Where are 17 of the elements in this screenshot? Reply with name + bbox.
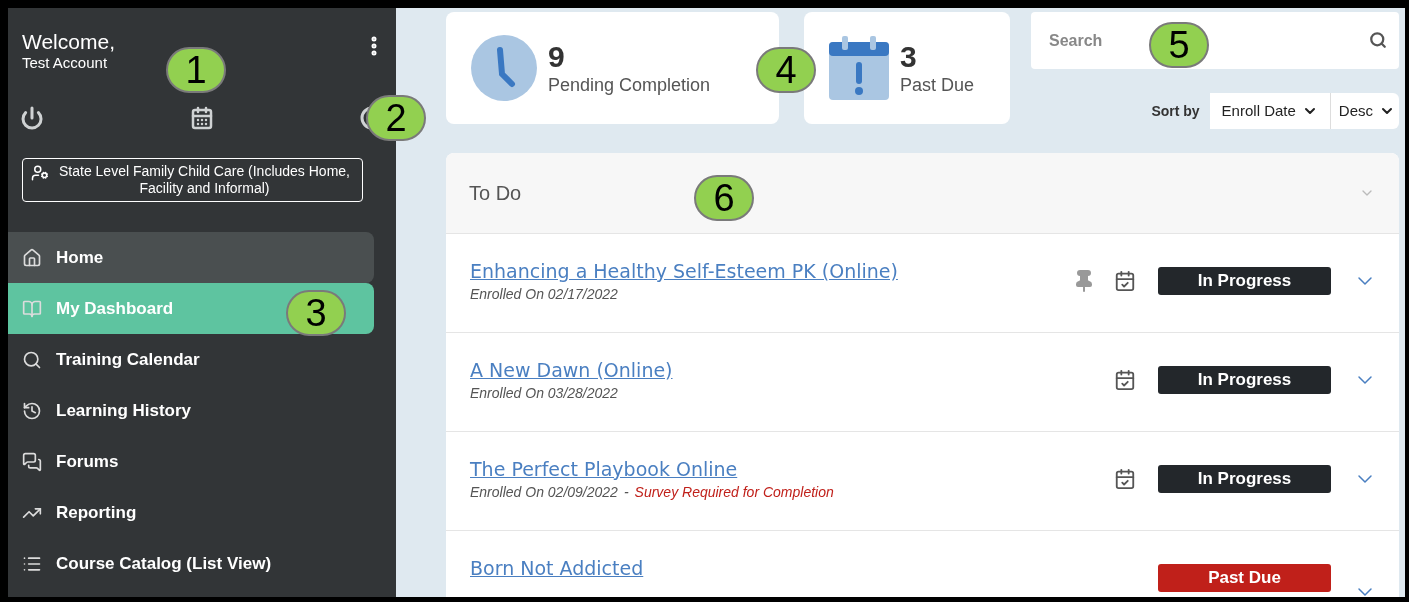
stat-label: Past Due [900,74,975,96]
user-name: Test Account [22,54,109,72]
status-badge: Past Due [1158,564,1331,592]
stat-label: Pending Completion [548,74,711,96]
role-label: State Level Family Child Care (Includes Home, Facility and Informal) [58,163,351,197]
enrolled-date: Enrolled On 02/09/2022 [470,483,618,502]
enrolled-date: Enrolled On 02/17/2022 [470,285,618,304]
status-badge: In Progress [1158,267,1331,295]
status-badge: In Progress [1158,465,1331,493]
status-badge: In Progress [1158,366,1331,394]
welcome-text: Welcome, [22,30,115,54]
survey-note: Survey Required for Completion [634,483,834,502]
stat-count: 3 [900,40,918,74]
enrolled-date: Enrolled On 03/28/2022 [470,384,618,403]
separator-text: - [623,483,629,502]
sort-label: Sort by [1151,101,1200,121]
stat-count: 9 [548,40,566,74]
